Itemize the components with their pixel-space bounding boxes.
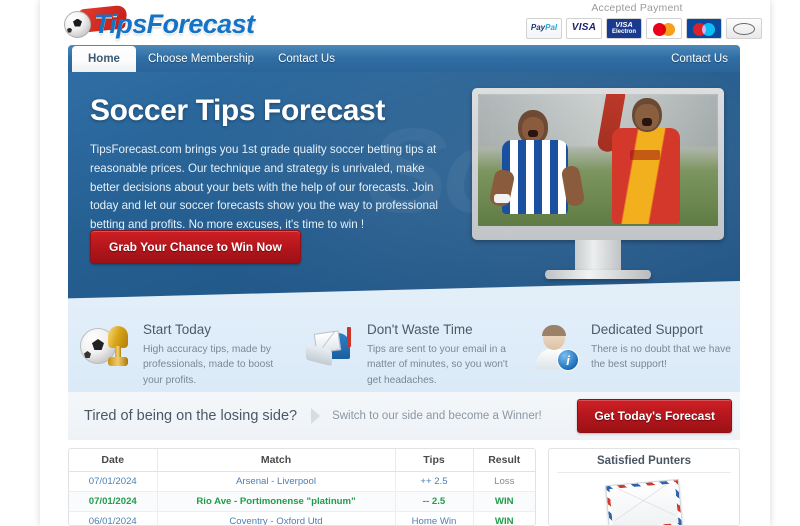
cta-strip-question: Tired of being on the losing side? [84, 408, 298, 424]
paypal-icon: Pay Pal [526, 18, 562, 39]
airmail-envelope-icon [605, 478, 683, 525]
feature-desc-dont-waste-time: Tips are sent to your email in a matter … [367, 344, 508, 386]
satisfied-punters-title: Satisfied Punters [557, 455, 731, 473]
table-header-row: Date Match Tips Result [69, 449, 535, 472]
cell-date: 06/01/2024 [69, 511, 158, 525]
grab-your-chance-button[interactable]: Grab Your Chance to Win Now [90, 230, 301, 264]
table-row: 06/01/2024 Coventry - Oxford Utd Home Wi… [69, 511, 535, 525]
soccer-ball-icon [64, 10, 91, 38]
cell-result: WIN [473, 511, 535, 525]
other-card-icon [726, 18, 762, 39]
main-navigation: Home Choose Membership Contact Us Contac… [68, 45, 740, 72]
support-person-info-icon: i [528, 320, 582, 374]
cell-result: WIN [473, 491, 535, 512]
monitor-stand-neck [575, 240, 621, 270]
cell-tips: ++ 2.5 [395, 471, 474, 492]
feature-dont-waste-time: Don't Waste Time Tips are sent to your e… [292, 310, 516, 392]
monitor-stand-base [545, 270, 651, 279]
cell-date: 07/01/2024 [69, 491, 158, 512]
visa-electron-label-a: VISA [615, 20, 633, 30]
nav-item-home[interactable]: Home [72, 46, 136, 72]
soccer-player-blue-stripes [488, 108, 586, 226]
site-logo[interactable]: TipsForecast [64, 4, 274, 42]
column-header-date: Date [69, 449, 158, 472]
soccer-player-red-yellow [592, 94, 688, 226]
cell-match[interactable]: Rio Ave - Portimonense "platinum" [157, 491, 396, 512]
bottom-area: Date Match Tips Result 07/01/2024 Arsena… [68, 448, 740, 526]
cta-strip: Tired of being on the losing side? Switc… [68, 392, 740, 440]
mastercard-icon [646, 18, 682, 39]
nav-item-contact-us[interactable]: Contact Us [266, 45, 347, 72]
nav-item-choose-membership[interactable]: Choose Membership [136, 45, 266, 72]
features-panel: Start Today High accuracy tips, made by … [68, 310, 740, 392]
nav-item-contact-us-right[interactable]: Contact Us [659, 45, 740, 72]
cell-result: Loss [473, 471, 535, 492]
cell-tips: Home Win [395, 511, 474, 525]
column-header-tips: Tips [395, 449, 474, 472]
cell-tips: -- 2.5 [395, 491, 474, 512]
get-todays-forecast-button[interactable]: Get Today's Forecast [577, 399, 732, 433]
satisfied-punters-card: Satisfied Punters [548, 448, 740, 526]
accepted-payment-block: Accepted Payment Pay Pal VISA VISA Electro… [512, 2, 762, 39]
chevron-right-icon [311, 408, 321, 424]
payment-icons-row: Pay Pal VISA VISA Electron [512, 18, 762, 39]
maestro-icon [686, 18, 722, 39]
hero-description: TipsForecast.com brings you 1st grade qu… [90, 143, 438, 232]
hero-section: Soft Soccer Tips Forecast TipsForecast.c… [68, 72, 740, 310]
logo-text-tips: Tips [94, 8, 147, 39]
monitor-screen [478, 94, 718, 226]
feature-start-today: Start Today High accuracy tips, made by … [68, 310, 292, 392]
table-row: 07/01/2024 Arsenal - Liverpool ++ 2.5 Lo… [69, 471, 535, 492]
results-table: Date Match Tips Result 07/01/2024 Arsena… [69, 449, 535, 525]
cell-match[interactable]: Coventry - Oxford Utd [157, 511, 396, 525]
cell-date: 07/01/2024 [69, 471, 158, 492]
feature-desc-dedicated-support: There is no doubt that we have the best … [591, 344, 731, 371]
visa-electron-icon: VISA Electron [606, 18, 642, 39]
hero-monitor-image [472, 88, 724, 279]
hero-title: Soccer Tips Forecast [90, 94, 385, 127]
feature-dedicated-support: i Dedicated Support There is no doubt th… [516, 310, 740, 392]
visa-icon: VISA [566, 18, 602, 39]
feature-desc-start-today: High accuracy tips, made by professional… [143, 344, 274, 386]
feature-title-dedicated-support: Dedicated Support [591, 322, 703, 337]
cta-strip-subtext: Switch to our side and become a Winner! [332, 410, 542, 422]
logo-text: TipsForecast [94, 8, 255, 40]
results-table-card: Date Match Tips Result 07/01/2024 Arsena… [68, 448, 536, 526]
column-header-result: Result [473, 449, 535, 472]
monitor-frame [472, 88, 724, 240]
logo-text-forecast: Forecast [146, 8, 255, 39]
feature-title-start-today: Start Today [143, 322, 212, 337]
cell-match[interactable]: Arsenal - Liverpool [157, 471, 396, 492]
page-root: TipsForecast Accepted Payment Pay Pal VIS… [0, 0, 800, 526]
feature-title-dont-waste-time: Don't Waste Time [367, 322, 473, 337]
soccer-ball-trophy-icon [80, 320, 134, 374]
visa-electron-label-b: Electron [611, 29, 636, 36]
paypal-label-b: Pal [545, 23, 558, 33]
column-header-match: Match [157, 449, 396, 472]
paypal-label-a: Pay [530, 23, 546, 33]
accepted-payment-title: Accepted Payment [591, 2, 683, 14]
mailbox-icon [304, 320, 358, 374]
table-row: 07/01/2024 Rio Ave - Portimonense "plati… [69, 491, 535, 512]
